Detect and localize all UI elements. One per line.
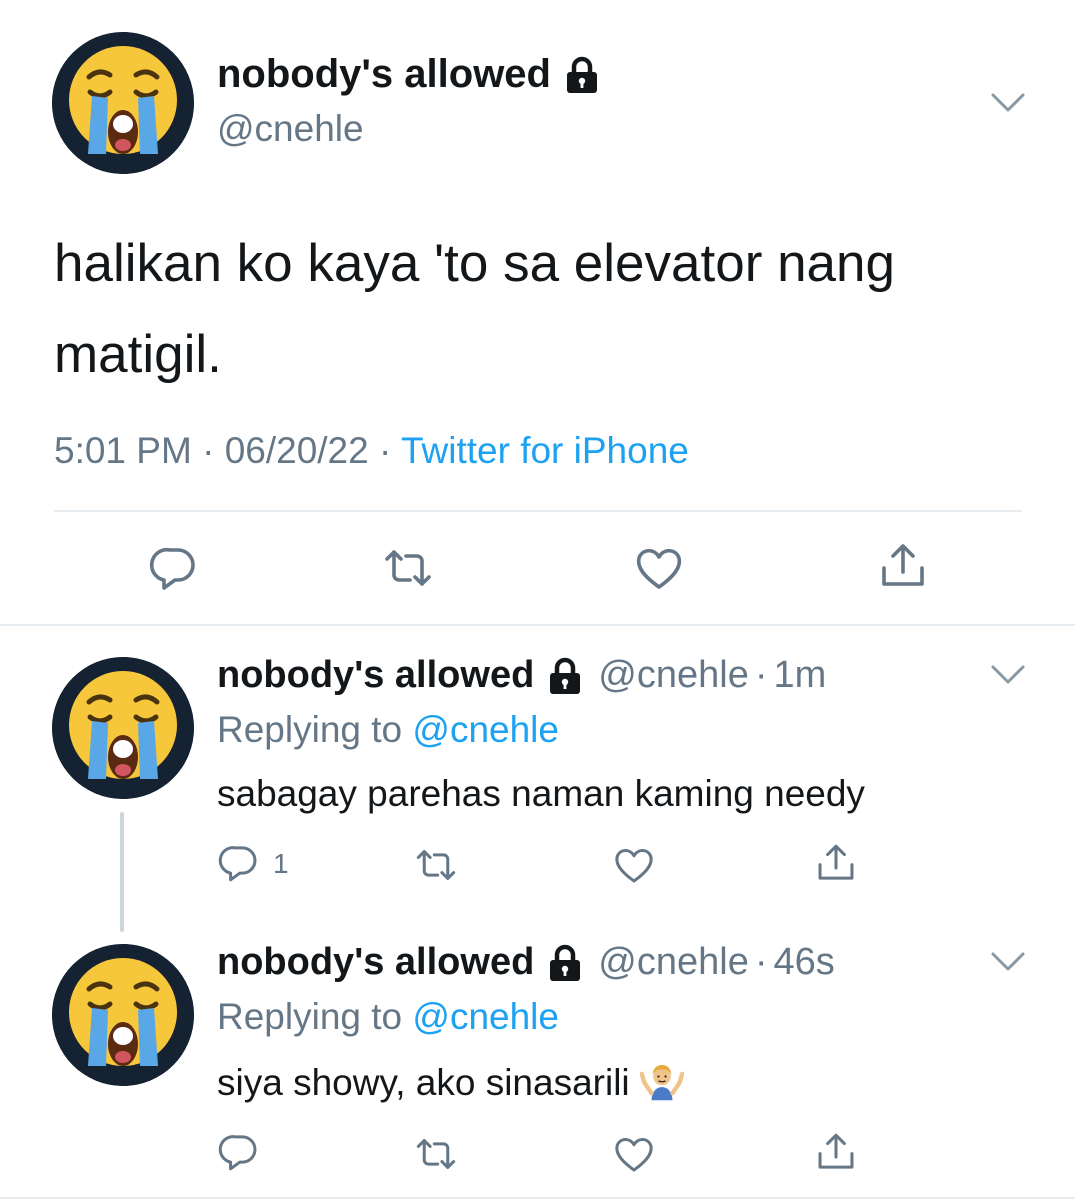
tweet-time[interactable]: 1m — [774, 654, 827, 697]
reply-header: nobody's allowed @cnehle · 1m — [217, 654, 826, 697]
meta-separator: · — [754, 941, 768, 983]
avatar[interactable] — [52, 32, 194, 174]
username[interactable]: @cnehle — [598, 941, 749, 984]
retweet-icon[interactable] — [383, 543, 433, 593]
lock-icon — [563, 56, 601, 94]
tweet-text-content: sabagay parehas naman kaming needy — [217, 773, 865, 814]
replying-to-label: Replying to — [217, 709, 403, 750]
heart-icon[interactable] — [613, 1133, 655, 1175]
chevron-down-icon[interactable] — [990, 950, 1026, 974]
avatar[interactable] — [52, 657, 194, 799]
lock-icon — [546, 944, 584, 982]
tweet-time[interactable]: 46s — [774, 941, 835, 984]
username[interactable]: @cnehle — [217, 108, 364, 150]
tweet-text-content: siya showy, ako sinasarili — [217, 1062, 630, 1103]
tweet-text: sabagay parehas naman kaming needy — [217, 773, 865, 815]
loudly-crying-face-icon — [52, 32, 194, 174]
tweet-text: halikan ko kaya 'to sa elevator nang mat… — [54, 234, 895, 384]
share-icon[interactable] — [815, 1131, 857, 1173]
tweet-text: siya showy, ako sinasarili — [217, 1062, 684, 1104]
avatar[interactable] — [52, 944, 194, 1086]
tweet-source-link[interactable]: Twitter for iPhone — [401, 430, 689, 471]
reply-icon[interactable] — [149, 543, 199, 593]
display-name[interactable]: nobody's allowed — [217, 52, 601, 97]
replying-to: Replying to @cnehle — [217, 996, 559, 1038]
tweet-meta: 5:01 PM · 06/20/22 · Twitter for iPhone — [54, 430, 689, 472]
chevron-down-icon[interactable] — [990, 663, 1026, 687]
reply-count: 1 — [273, 848, 289, 879]
display-name[interactable]: nobody's allowed — [217, 654, 534, 697]
loudly-crying-face-icon — [52, 944, 194, 1086]
share-icon[interactable] — [815, 842, 857, 884]
divider — [54, 510, 1022, 512]
thread-connector-line — [120, 812, 124, 932]
tweet-time[interactable]: 5:01 PM — [54, 430, 192, 471]
mention-link[interactable]: @cnehle — [412, 709, 559, 750]
display-name-text: nobody's allowed — [217, 52, 551, 96]
meta-separator: · — [202, 430, 215, 471]
tweet-date[interactable]: 06/20/22 — [225, 430, 369, 471]
person-shrugging-icon — [640, 1058, 684, 1102]
retweet-icon[interactable] — [415, 844, 457, 886]
chevron-down-icon[interactable] — [990, 91, 1026, 115]
mention-link[interactable]: @cnehle — [412, 996, 559, 1037]
meta-separator: · — [754, 654, 768, 696]
replying-to-label: Replying to — [217, 996, 403, 1037]
username[interactable]: @cnehle — [598, 654, 749, 697]
heart-icon[interactable] — [634, 543, 684, 593]
retweet-icon[interactable] — [415, 1133, 457, 1175]
reply-icon[interactable] — [218, 1131, 260, 1173]
display-name[interactable]: nobody's allowed — [217, 941, 534, 984]
reply-icon[interactable] — [218, 842, 260, 884]
divider — [0, 1197, 1075, 1199]
heart-icon[interactable] — [613, 844, 655, 886]
replying-to: Replying to @cnehle — [217, 709, 559, 751]
reply-header: nobody's allowed @cnehle · 46s — [217, 941, 835, 984]
lock-icon — [546, 657, 584, 695]
share-icon[interactable] — [878, 541, 928, 591]
meta-separator: · — [379, 430, 392, 471]
loudly-crying-face-icon — [52, 657, 194, 799]
divider — [0, 624, 1075, 626]
